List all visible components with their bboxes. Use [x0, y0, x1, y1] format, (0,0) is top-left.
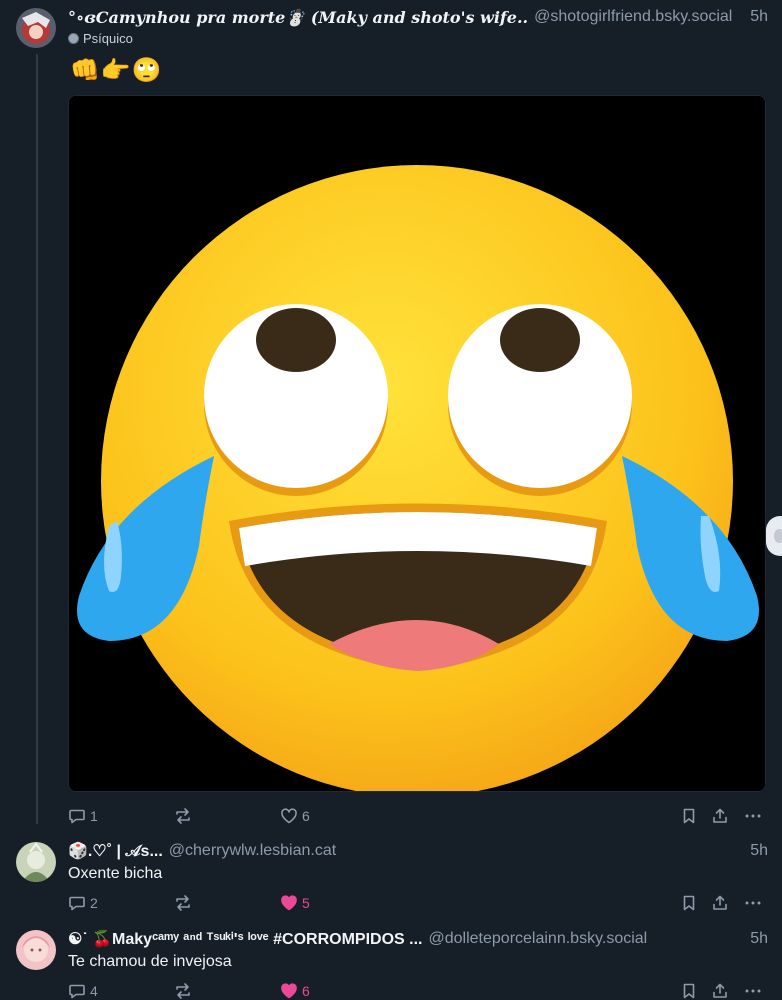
heart-icon [281, 983, 297, 999]
repost-button[interactable] [174, 805, 196, 827]
bookmark-button[interactable] [680, 980, 698, 1000]
reply-count: 4 [90, 983, 98, 999]
more-options-button[interactable] [744, 892, 762, 914]
post-actions: 2 5 [68, 892, 768, 914]
speech-bubble-icon [69, 984, 85, 999]
like-button[interactable]: 6 [280, 805, 310, 827]
bookmark-icon [683, 808, 695, 824]
post-text: Te chamou de invejosa [68, 953, 232, 970]
speech-bubble-icon [69, 896, 85, 911]
post-3[interactable]: ☯︎˙ 🍒Makyᶜᵃᵐʸ ᵃⁿᵈ ᵀˢᵘᵏⁱ'ˢ ˡᵒᵛᵉ #CORROMPI… [0, 918, 782, 1000]
post-actions: 1 6 [68, 805, 768, 827]
reply-count: 1 [90, 808, 98, 824]
share-button[interactable] [711, 980, 729, 1000]
post-actions: 4 6 [68, 980, 768, 1000]
display-name[interactable]: ☯︎˙ 🍒Makyᶜᵃᵐʸ ᵃⁿᵈ ᵀˢᵘᵏⁱ'ˢ ˡᵒᵛᵉ #CORROMPI… [68, 929, 423, 949]
bookmark-icon [683, 895, 695, 911]
content-label-text: Psíquico [83, 31, 133, 46]
post-1[interactable]: °∘ɞCamynhou pra morte☃️ (Maky and shoto'… [0, 0, 782, 830]
speech-bubble-icon [69, 809, 85, 824]
post-header: °∘ɞCamynhou pra morte☃️ (Maky and shoto'… [68, 6, 768, 28]
like-count: 5 [302, 895, 310, 911]
heart-icon [281, 895, 297, 911]
share-icon [713, 983, 727, 998]
display-name[interactable]: 🎲.♡˚ | 𝒜s... [68, 841, 163, 861]
user-handle[interactable]: @dolleteporcelainn.bsky.social [429, 930, 648, 948]
post-image[interactable] [68, 95, 766, 792]
share-icon [713, 808, 727, 823]
post-header: 🎲.♡˚ | 𝒜s... @cherrywlw.lesbian.cat 5h [68, 840, 768, 862]
like-button[interactable]: 6 [280, 980, 310, 1000]
repost-button[interactable] [174, 980, 196, 1000]
user-handle[interactable]: @cherrywlw.lesbian.cat [169, 842, 336, 860]
like-count: 6 [302, 808, 310, 824]
bookmark-icon [683, 983, 695, 999]
ellipsis-icon [745, 989, 761, 993]
post-text: Oxente bicha [68, 865, 163, 882]
repost-arrows-icon [176, 895, 190, 911]
post-timestamp[interactable]: 5h [740, 842, 768, 860]
reply-count: 2 [90, 895, 98, 911]
repost-arrows-icon [176, 808, 190, 824]
bookmark-button[interactable] [680, 805, 698, 827]
post-2[interactable]: 🎲.♡˚ | 𝒜s... @cherrywlw.lesbian.cat 5h O… [0, 830, 782, 920]
display-name[interactable]: °∘ɞCamynhou pra morte☃️ (Maky and shoto'… [68, 8, 528, 27]
more-options-button[interactable] [744, 980, 762, 1000]
post-text: 👊👉🙄 [70, 57, 163, 84]
avatar[interactable] [16, 8, 56, 48]
reply-button[interactable]: 1 [68, 805, 98, 827]
ellipsis-icon [745, 901, 761, 905]
content-label[interactable]: Psíquico [68, 31, 133, 46]
laughing-crying-emoji-image [69, 96, 765, 791]
user-handle[interactable]: @shotogirlfriend.bsky.social [534, 8, 732, 26]
like-button[interactable]: 5 [280, 892, 310, 914]
avatar[interactable] [16, 930, 56, 970]
reply-button[interactable]: 2 [68, 892, 98, 914]
label-icon [68, 33, 79, 44]
avatar[interactable] [16, 842, 56, 882]
post-timestamp[interactable]: 5h [740, 930, 768, 948]
ellipsis-icon [745, 814, 761, 818]
reply-button[interactable]: 4 [68, 980, 98, 1000]
share-icon [713, 895, 727, 910]
share-button[interactable] [711, 805, 729, 827]
more-options-button[interactable] [744, 805, 762, 827]
like-count: 6 [302, 983, 310, 999]
side-scroll-handle[interactable] [766, 516, 782, 556]
repost-arrows-icon [176, 983, 190, 999]
repost-button[interactable] [174, 892, 196, 914]
post-header: ☯︎˙ 🍒Makyᶜᵃᵐʸ ᵃⁿᵈ ᵀˢᵘᵏⁱ'ˢ ˡᵒᵛᵉ #CORROMPI… [68, 928, 768, 950]
share-button[interactable] [711, 892, 729, 914]
post-timestamp[interactable]: 5h [740, 8, 768, 26]
bookmark-button[interactable] [680, 892, 698, 914]
heart-icon [281, 808, 297, 824]
